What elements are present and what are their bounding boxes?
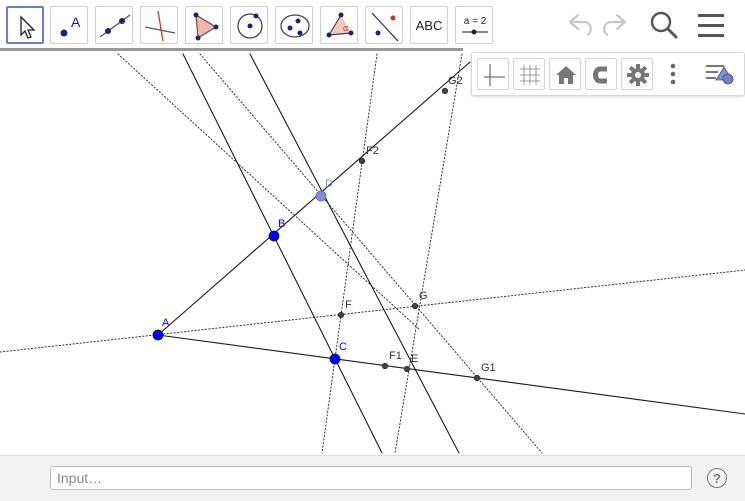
perpendicular-line-icon [144, 10, 176, 42]
point-f[interactable] [337, 311, 345, 319]
main-menu-button[interactable] [692, 6, 730, 44]
dotted-line-fg[interactable] [0, 269, 745, 353]
conic-tool-button[interactable] [275, 6, 313, 44]
search-button[interactable] [645, 6, 683, 44]
ellipse-icon [280, 14, 310, 38]
move-tool-button[interactable] [6, 6, 44, 44]
label-c: C [339, 341, 347, 353]
label-d: D [325, 178, 333, 190]
label-f1: F1 [389, 350, 402, 362]
svg-text:a = 2: a = 2 [464, 16, 487, 27]
point-e[interactable] [403, 365, 411, 373]
graphics-settings-button[interactable] [621, 58, 653, 90]
geometry-canvas[interactable]: A B C D E F G F1 F2 G1 G2 [0, 50, 745, 455]
circle-tool-button[interactable] [230, 6, 268, 44]
label-f: F [345, 299, 352, 311]
line-bc[interactable] [182, 53, 383, 454]
label-f2: F2 [366, 145, 379, 157]
svg-text:A: A [71, 14, 81, 30]
graphics-view[interactable]: A B C D E F G F1 F2 G1 G2 [0, 50, 745, 455]
gear-icon [627, 64, 649, 86]
label-a: A [162, 317, 170, 329]
polygon-icon [193, 12, 219, 41]
point-b[interactable] [268, 230, 280, 242]
line-de[interactable] [249, 53, 460, 454]
point-tool-button[interactable]: A [50, 6, 88, 44]
cursor-arrow-icon [20, 15, 36, 39]
grid-toggle-icon [520, 65, 540, 85]
graphics-style-bar [471, 52, 745, 96]
angle-icon: α [326, 12, 354, 38]
point-a[interactable] [152, 329, 164, 341]
point-d[interactable] [315, 190, 327, 202]
reflect-tool-button[interactable] [365, 6, 403, 44]
axes-toggle-icon [484, 64, 505, 86]
polygon-tool-button[interactable] [185, 6, 223, 44]
dotted-line-f[interactable] [321, 53, 378, 454]
algebra-input-field[interactable] [50, 466, 692, 490]
label-g: G [419, 290, 428, 302]
label-g1: G1 [481, 362, 496, 374]
label-e: E [411, 353, 418, 365]
point-c[interactable] [329, 353, 341, 365]
angle-tool-button[interactable]: α [320, 6, 358, 44]
search-icon [650, 11, 678, 39]
line-icon [99, 14, 131, 38]
grid-toggle-button[interactable] [513, 58, 545, 90]
label-b: B [278, 218, 285, 230]
point-g[interactable] [411, 302, 419, 310]
point-capturing-button[interactable] [585, 58, 617, 90]
standard-view-button[interactable] [549, 58, 581, 90]
point-f1[interactable] [381, 362, 389, 370]
svg-text:α: α [343, 23, 348, 33]
dotted-line-g[interactable] [394, 53, 463, 454]
help-icon: ? [713, 470, 721, 486]
undo-icon [568, 13, 592, 37]
input-bar: ? [0, 455, 745, 501]
input-help-button[interactable]: ? [707, 468, 727, 488]
circle-icon [237, 13, 263, 39]
redo-button[interactable] [597, 6, 635, 44]
slider-tool-button[interactable]: a = 2 [455, 6, 493, 44]
axes-toggle-button[interactable] [477, 58, 509, 90]
point-icon: A [60, 14, 81, 37]
text-tool-button[interactable]: ABC [410, 6, 448, 44]
home-icon [556, 66, 576, 84]
text-icon: ABC [415, 17, 443, 33]
line-tool-button[interactable] [95, 6, 133, 44]
point-g1[interactable] [473, 374, 481, 382]
point-f2[interactable] [358, 157, 366, 165]
dotted-line-a[interactable] [117, 53, 421, 331]
style-panel-button[interactable] [704, 58, 736, 90]
perpendicular-line-tool-button[interactable] [140, 6, 178, 44]
reflect-about-line-icon [371, 12, 399, 42]
label-g2: G2 [448, 75, 463, 87]
slider-icon: a = 2 [462, 16, 488, 35]
hamburger-menu-icon [698, 14, 724, 37]
more-options-button[interactable] [657, 58, 689, 90]
toolbar: A α ABC a = 2 [0, 0, 745, 51]
undo-button[interactable] [560, 6, 598, 44]
more-vertical-icon [670, 63, 676, 85]
redo-icon [603, 13, 627, 37]
point-g2[interactable] [441, 87, 449, 95]
style-panel-icon [706, 65, 734, 85]
magnet-icon [593, 66, 611, 84]
